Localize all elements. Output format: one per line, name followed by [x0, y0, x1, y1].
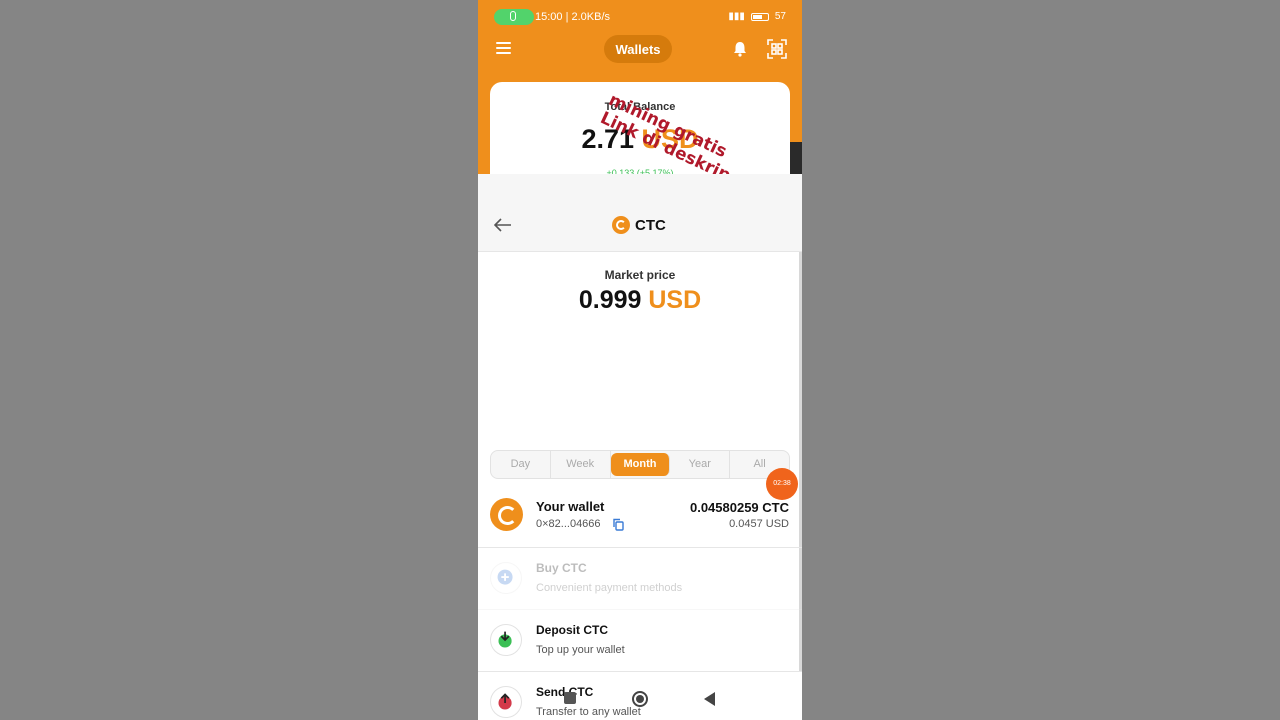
- menu-icon[interactable]: [496, 42, 511, 54]
- mic-indicator-icon: [494, 9, 534, 25]
- deposit-icon: [490, 624, 522, 656]
- coin-symbol: CTC: [635, 216, 666, 234]
- back-nav-icon[interactable]: [704, 692, 715, 706]
- recent-apps-icon[interactable]: [564, 692, 576, 704]
- wallet-amount: 0.04580259 CTC: [689, 500, 789, 515]
- wallets-title[interactable]: Wallets: [604, 35, 672, 63]
- period-tab-week[interactable]: Week: [551, 451, 611, 478]
- ctc-coin-icon: [612, 216, 630, 234]
- status-bar: 15:00 | 2.0KB/s ▮▮▮ 57: [478, 8, 802, 26]
- send-icon: [490, 686, 522, 718]
- top-nav: Wallets: [478, 34, 802, 64]
- coin-title: CTC: [612, 216, 666, 234]
- market-price-currency: USD: [648, 286, 702, 314]
- battery-level: 57: [774, 11, 786, 22]
- coin-detail-sheet: CTC Market price 0.999 USD Day Week Mont…: [478, 174, 802, 720]
- deposit-ctc-action[interactable]: Deposit CTC Top up your wallet: [478, 610, 802, 672]
- battery-icon: [750, 12, 769, 21]
- sheet-header: CTC: [478, 174, 802, 252]
- period-tab-year[interactable]: Year: [670, 451, 731, 478]
- wallets-header: 15:00 | 2.0KB/s ▮▮▮ 57 Wallets Total Bal…: [478, 0, 802, 193]
- plus-icon: [490, 562, 522, 594]
- wallet-address: 0×82...04666: [536, 518, 601, 530]
- phone-screen: 15:00 | 2.0KB/s ▮▮▮ 57 Wallets Total Bal…: [478, 0, 802, 720]
- market-price-amount: 0.999: [578, 286, 642, 314]
- market-price-label: Market price: [604, 268, 676, 282]
- buy-ctc-action[interactable]: Buy CTC Convenient payment methods: [478, 548, 802, 610]
- action-subtitle: Top up your wallet: [536, 644, 625, 656]
- qr-scan-icon[interactable]: [767, 39, 787, 59]
- ctc-coin-icon: [490, 498, 523, 531]
- signal-icon: ▮▮▮: [728, 11, 745, 22]
- action-title: Deposit CTC: [536, 623, 608, 637]
- action-title: Buy CTC: [536, 561, 587, 575]
- wallet-title: Your wallet: [536, 499, 605, 514]
- back-arrow-icon[interactable]: [494, 218, 512, 232]
- your-wallet-row[interactable]: Your wallet 0×82...04666 0.04580259 CTC …: [478, 490, 802, 548]
- status-right: ▮▮▮ 57: [728, 11, 786, 22]
- wallet-usd: 0.0457 USD: [729, 518, 789, 530]
- bell-icon[interactable]: [731, 40, 749, 58]
- period-tab-day[interactable]: Day: [491, 451, 551, 478]
- home-icon[interactable]: [632, 691, 648, 707]
- period-tab-month[interactable]: Month: [610, 453, 671, 476]
- action-subtitle: Transfer to any wallet: [536, 706, 641, 718]
- action-subtitle: Convenient payment methods: [536, 582, 683, 594]
- market-price-value: 0.999 USD: [478, 286, 802, 315]
- status-time: 15:00 | 2.0KB/s: [535, 11, 611, 23]
- card-edge: [790, 142, 802, 174]
- copy-icon[interactable]: [612, 518, 624, 531]
- period-selector: Day Week Month Year All: [490, 450, 790, 479]
